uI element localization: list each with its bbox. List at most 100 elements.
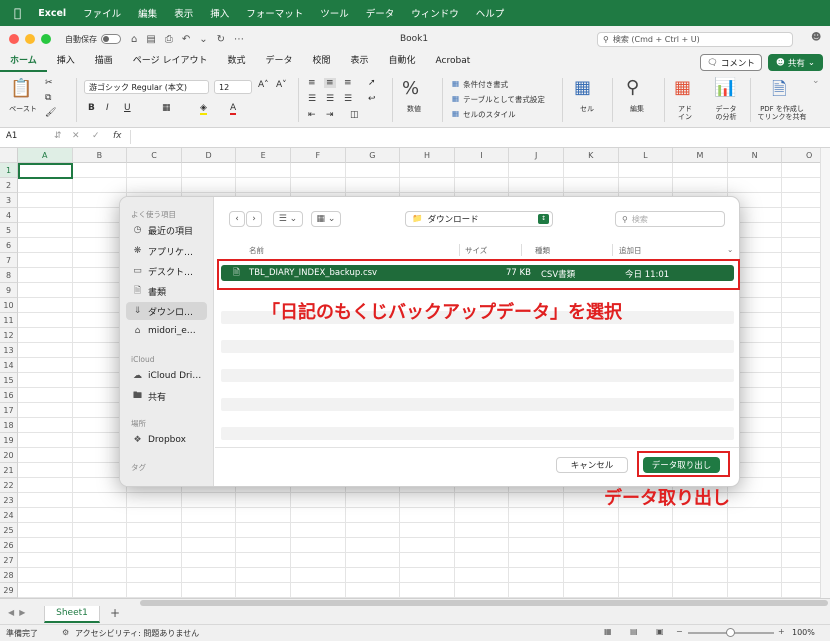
row-header[interactable]: 15 [0,373,18,388]
font-name-select[interactable]: 游ゴシック Regular (本文) [84,80,209,94]
align-right-icon[interactable]: ☰ [344,94,352,104]
zoom-slider-thumb[interactable] [726,628,735,637]
function-icon[interactable]: fx [113,131,122,141]
sidebar-item-icloud-drive[interactable]: ☁ iCloud Dri… [126,367,207,385]
sidebar-item-desktop[interactable]: ▭ デスクト… [126,262,207,280]
align-middle-icon[interactable]: ≡ [324,78,336,88]
chevron-down-icon[interactable]: ⌄ [727,245,733,254]
percent-icon[interactable]: % [402,78,419,99]
row-header[interactable]: 1 [0,163,18,178]
chevron-down-icon[interactable]: ⌄ [199,34,207,45]
row-header[interactable]: 28 [0,568,18,583]
minimize-window-button[interactable] [25,34,35,44]
underline-button[interactable]: U [124,103,131,113]
copy-icon[interactable]: ⧉ [45,93,51,103]
column-header[interactable]: K [564,148,619,163]
cancel-formula-icon[interactable]: ✕ [72,131,80,141]
row-header[interactable]: 11 [0,313,18,328]
row-header[interactable]: 7 [0,253,18,268]
menu-item-data[interactable]: データ [366,6,395,20]
menu-item-insert[interactable]: 挿入 [210,6,229,20]
more-icon[interactable]: ⋯ [234,34,244,45]
row-header[interactable]: 26 [0,538,18,553]
home-icon[interactable]: ⌂ [131,34,137,45]
decrease-indent-icon[interactable]: ⇤ [308,110,316,120]
autosave-toggle[interactable] [101,34,121,44]
dialog-search-input[interactable]: ⚲ 検索 [615,211,725,227]
chevron-down-icon[interactable]: ⌄ [812,76,820,86]
tab-page-layout[interactable]: ページ レイアウト [123,52,218,72]
font-color-icon[interactable]: A [230,103,237,115]
addins-icon[interactable]: ▦ [674,77,691,98]
row-header[interactable]: 2 [0,178,18,193]
analyze-data-icon[interactable]: 📊 [714,77,736,98]
increase-indent-icon[interactable]: ⇥ [326,110,334,120]
column-header[interactable]: B [72,148,128,163]
align-top-icon[interactable]: ≡ [308,78,316,88]
share-button[interactable]: ☻ 共有 ⌄ [768,54,823,71]
font-size-select[interactable]: 12 [214,80,252,94]
cancel-button[interactable]: キャンセル [556,457,628,473]
sidebar-item-documents[interactable]: 🗎 書類 [126,282,207,300]
merge-cells-icon[interactable]: ◫ [350,110,359,120]
search-input[interactable]: ⚲ 検索 (Cmd + Ctrl + U) [597,32,793,47]
column-header[interactable]: H [400,148,455,163]
row-header[interactable]: 3 [0,193,18,208]
zoom-window-button[interactable] [41,34,51,44]
tab-acrobat[interactable]: Acrobat [426,52,481,72]
menu-app-name[interactable]: Excel [38,8,66,19]
row-header[interactable]: 5 [0,223,18,238]
apple-icon[interactable]:  [14,6,21,20]
orientation-icon[interactable]: ➚ [368,78,376,88]
row-header[interactable]: 20 [0,448,18,463]
column-header[interactable]: G [345,148,401,163]
conditional-format-button[interactable]: ▦ 条件付き書式 [452,79,508,90]
italic-button[interactable]: I [106,103,109,113]
format-painter-icon[interactable]: 🖌 [45,108,56,118]
tab-home[interactable]: ホーム [0,52,47,72]
row-header[interactable]: 19 [0,433,18,448]
tab-insert[interactable]: 挿入 [47,52,85,72]
row-header[interactable]: 9 [0,283,18,298]
forward-button[interactable]: › [246,211,262,227]
cut-icon[interactable]: ✂ [45,78,53,88]
column-header[interactable]: C [127,148,182,163]
row-header[interactable]: 25 [0,523,18,538]
row-header[interactable]: 10 [0,298,18,313]
formula-input[interactable] [134,130,814,144]
row-header[interactable]: 13 [0,343,18,358]
bold-button[interactable]: B [88,103,95,113]
tab-formulas[interactable]: 数式 [217,52,255,72]
zoom-in-icon[interactable]: + [778,627,785,636]
undo-icon[interactable]: ↶ [182,34,190,45]
column-name[interactable]: 名前 [249,245,264,256]
back-button[interactable]: ‹ [229,211,245,227]
tab-review[interactable]: 校閲 [302,52,340,72]
sheet-tab-sheet1[interactable]: Sheet1 [44,606,100,623]
normal-view-icon[interactable]: ▦ [604,627,612,636]
row-header[interactable]: 27 [0,553,18,568]
menu-item-edit[interactable]: 編集 [138,6,157,20]
wrap-text-icon[interactable]: ↩ [368,94,376,104]
align-center-icon[interactable]: ☰ [326,94,334,104]
accessibility-status[interactable]: アクセシビリティ: 問題ありません [75,628,199,639]
column-header[interactable]: L [618,148,674,163]
fill-color-icon[interactable]: ◈ [200,103,207,115]
cells-icon[interactable]: ▦ [574,77,591,98]
sidebar-item-home[interactable]: ⌂ midori_e… [126,322,207,340]
row-header[interactable]: 6 [0,238,18,253]
column-header[interactable]: I [454,148,510,163]
menu-item-help[interactable]: ヘルプ [476,6,505,20]
column-header[interactable]: N [727,148,783,163]
column-header[interactable]: J [509,148,564,163]
menu-item-format[interactable]: フォーマット [246,6,303,20]
column-kind[interactable]: 種類 [535,245,550,256]
active-cell[interactable] [18,163,73,179]
group-button[interactable]: ▦ ⌄ [311,211,341,227]
people-icon[interactable]: ☻ [811,32,821,43]
menu-item-view[interactable]: 表示 [174,6,193,20]
chevron-updown-icon[interactable]: ⇵ [54,131,62,141]
page-layout-icon[interactable]: ▤ [630,627,638,636]
sidebar-item-shared[interactable]: 🖿 共有 [126,387,207,405]
sidebar-item-downloads[interactable]: ⇓ ダウンロ… [126,302,207,320]
